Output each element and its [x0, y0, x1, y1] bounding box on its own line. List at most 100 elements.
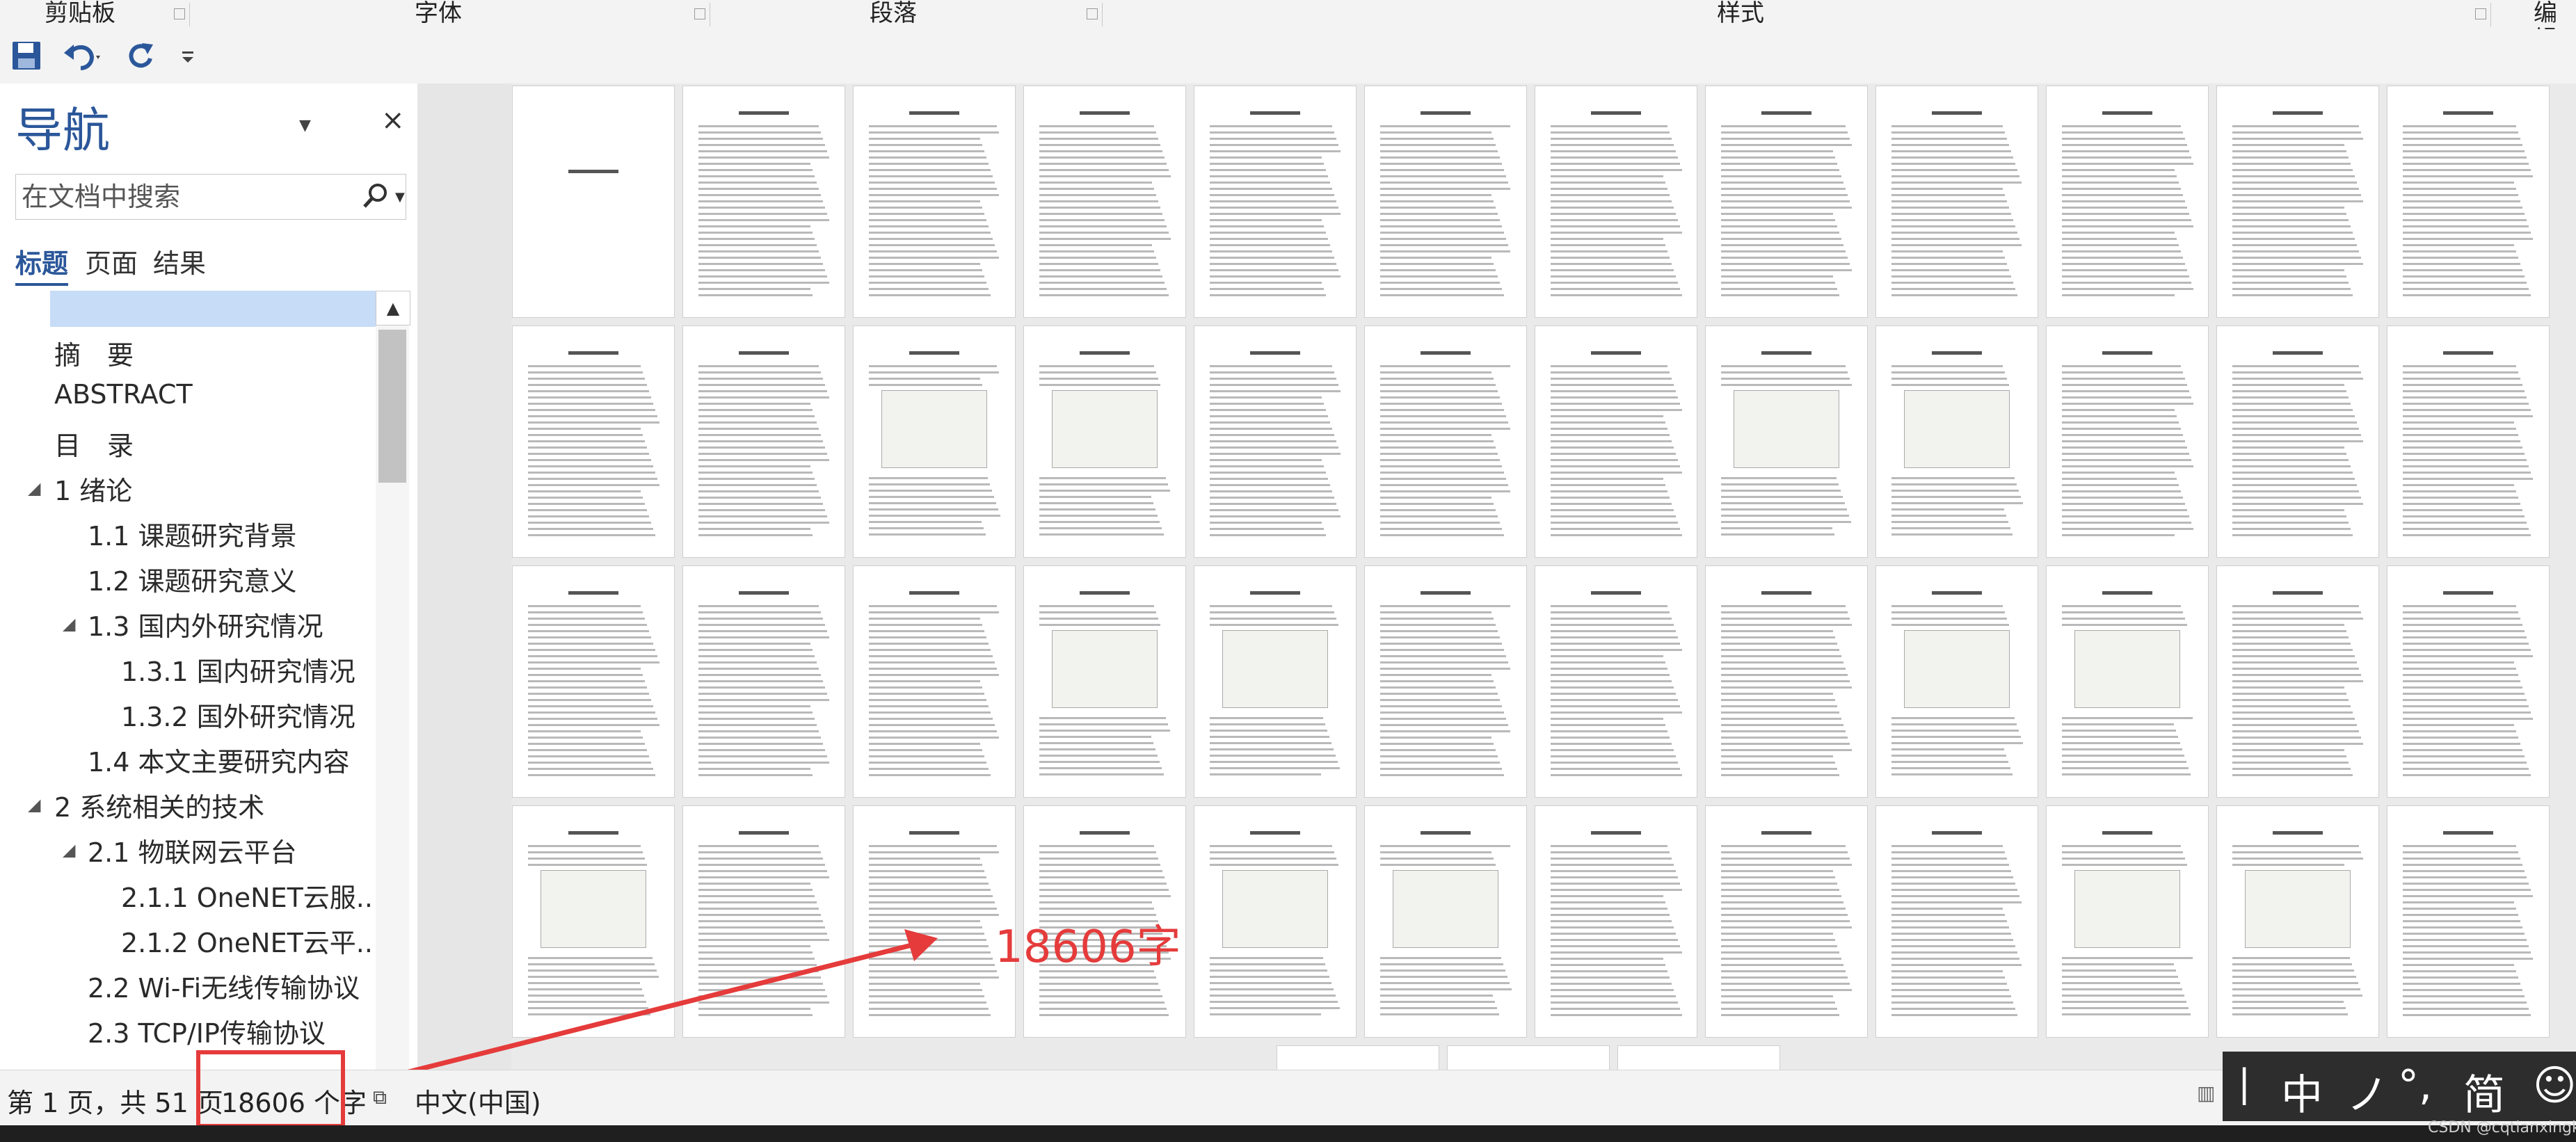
page-thumbnail[interactable]	[1277, 1046, 1439, 1070]
collapse-caret-icon[interactable]: ◢	[63, 614, 75, 634]
tree-item-1-2[interactable]: 1.2 课题研究意义	[88, 560, 297, 602]
tree-item-abstract-cn[interactable]: 摘 要	[54, 334, 134, 376]
page-thumbnail[interactable]	[513, 86, 674, 317]
scroll-thumb[interactable]	[378, 330, 406, 483]
nav-scrollbar[interactable]: ▲ ▼	[376, 291, 410, 1141]
save-icon[interactable]	[10, 36, 43, 75]
clipboard-launcher-icon[interactable]	[174, 8, 185, 19]
collapse-caret-icon[interactable]: ◢	[28, 478, 40, 498]
page-thumbnail[interactable]	[2387, 86, 2549, 317]
page-thumbnail[interactable]	[2217, 326, 2378, 557]
page-thumbnail[interactable]	[2047, 566, 2208, 797]
page-thumbnail[interactable]	[1706, 806, 1867, 1037]
page-thumbnail[interactable]	[1706, 326, 1867, 557]
ime-simplified-mode[interactable]: 简	[2463, 1061, 2505, 1122]
page-thumbnail[interactable]	[854, 326, 1015, 557]
ime-handle-icon[interactable]: |	[2238, 1061, 2250, 1105]
pane-splitter[interactable]	[417, 83, 511, 1070]
close-icon[interactable]: ×	[381, 104, 405, 136]
page-thumbnail[interactable]	[1876, 566, 2038, 797]
page-thumbnail[interactable]	[1024, 86, 1185, 317]
page-thumbnail[interactable]	[513, 326, 674, 557]
page-thumbnail[interactable]	[1535, 806, 1697, 1037]
tree-item-1-4[interactable]: 1.4 本文主要研究内容	[88, 741, 350, 782]
page-thumbnail[interactable]	[513, 566, 674, 797]
undo-icon[interactable]	[60, 36, 102, 75]
tree-item-ch1[interactable]: 1 绪论	[54, 469, 132, 511]
page-thumbnail[interactable]	[1618, 1046, 1779, 1070]
ime-half-width-icon[interactable]: ノ	[2346, 1061, 2388, 1122]
tab-headings[interactable]: 标题	[15, 242, 69, 286]
view-mode-icon[interactable]: ▥	[2197, 1081, 2215, 1104]
tree-item-2-1[interactable]: 2.1 物联网云平台	[88, 831, 297, 873]
page-thumbnail[interactable]	[1706, 566, 1867, 797]
page-thumbnail[interactable]	[1535, 326, 1697, 557]
ime-chinese-mode[interactable]: 中	[2281, 1061, 2323, 1122]
page-thumbnail[interactable]	[1024, 566, 1185, 797]
nav-search-box[interactable]: ▼	[15, 174, 406, 220]
page-thumbnail[interactable]	[2047, 806, 2208, 1037]
page-thumbnail[interactable]	[2047, 86, 2208, 317]
search-icon[interactable]	[361, 182, 390, 211]
page-thumbnail[interactable]	[854, 86, 1015, 317]
page-thumbnail[interactable]	[1876, 86, 2038, 317]
styles-launcher-icon[interactable]	[2475, 8, 2486, 19]
page-thumbnail[interactable]	[2217, 566, 2378, 797]
page-thumbnail[interactable]	[2047, 326, 2208, 557]
page-thumbnail[interactable]	[513, 806, 674, 1037]
page-thumbnail[interactable]	[1706, 86, 1867, 317]
page-thumbnail[interactable]	[1535, 86, 1697, 317]
font-launcher-icon[interactable]	[694, 8, 705, 19]
scroll-up-icon[interactable]: ▲	[376, 291, 410, 325]
selected-heading-highlight[interactable]	[50, 291, 376, 327]
search-input[interactable]	[20, 179, 350, 215]
tab-results[interactable]: 结果	[153, 242, 206, 280]
page-thumbnail[interactable]	[1365, 806, 1526, 1037]
page-thumbnail[interactable]	[1194, 326, 1356, 557]
redo-icon[interactable]	[124, 36, 157, 75]
tree-item-2-3[interactable]: 2.3 TCP/IP传输协议	[88, 1012, 326, 1054]
page-thumbnail[interactable]	[683, 326, 845, 557]
page-thumbnail[interactable]	[854, 806, 1015, 1037]
page-thumbnail[interactable]	[1194, 806, 1356, 1037]
page-thumbnail[interactable]	[2387, 326, 2549, 557]
page-thumbnail[interactable]	[1448, 1046, 1609, 1070]
page-thumbnail[interactable]	[1365, 566, 1526, 797]
ime-punctuation-icon[interactable]: °,	[2398, 1061, 2432, 1110]
tree-item-2-1-1[interactable]: 2.1.1 OneNET云服...	[121, 876, 376, 918]
page-indicator[interactable]: 第 1 页，共 51 页	[7, 1081, 223, 1120]
page-thumbnail[interactable]	[2217, 86, 2378, 317]
page-thumbnail[interactable]	[683, 806, 845, 1037]
tree-item-1-3-1[interactable]: 1.3.1 国内研究情况	[121, 650, 355, 692]
tree-item-1-3[interactable]: 1.3 国内外研究情况	[88, 605, 323, 647]
page-thumbnail[interactable]	[2387, 806, 2549, 1037]
tree-item-abstract-en[interactable]: ABSTRACT	[54, 379, 193, 421]
tree-item-toc[interactable]: 目 录	[54, 424, 134, 466]
page-thumbnail[interactable]	[1024, 326, 1185, 557]
tree-item-1-3-2[interactable]: 1.3.2 国外研究情况	[121, 695, 355, 737]
tree-item-2-1-2[interactable]: 2.1.2 OneNET云平...	[121, 922, 376, 963]
language-indicator[interactable]: 中文(中国)	[415, 1081, 541, 1120]
page-thumbnail[interactable]	[1365, 86, 1526, 317]
tab-pages[interactable]: 页面	[85, 242, 138, 280]
page-thumbnail[interactable]	[1876, 326, 2038, 557]
paragraph-launcher-icon[interactable]	[1087, 8, 1098, 19]
tree-item-ch2[interactable]: 2 系统相关的技术	[54, 786, 264, 828]
page-thumbnail[interactable]	[854, 566, 1015, 797]
page-thumbnail[interactable]	[1535, 566, 1697, 797]
nav-options-caret-icon[interactable]: ▼	[299, 117, 311, 134]
page-thumbnail[interactable]	[1365, 326, 1526, 557]
search-options-caret-icon[interactable]: ▼	[395, 190, 405, 204]
proofing-icon[interactable]: ⧉	[373, 1086, 387, 1109]
ime-emoji-icon[interactable]: ☺	[2533, 1061, 2576, 1110]
collapse-caret-icon[interactable]: ◢	[63, 840, 75, 860]
page-thumbnail[interactable]	[1194, 566, 1356, 797]
page-thumbnail[interactable]	[683, 566, 845, 797]
page-thumbnail[interactable]	[2387, 566, 2549, 797]
page-thumbnail[interactable]	[2217, 806, 2378, 1037]
page-thumbnail[interactable]	[1194, 86, 1356, 317]
page-thumbnail[interactable]	[683, 86, 845, 317]
customize-toolbar-icon[interactable]	[178, 36, 199, 75]
collapse-caret-icon[interactable]: ◢	[28, 795, 40, 814]
tree-item-2-2[interactable]: 2.2 Wi-Fi无线传输协议	[88, 967, 360, 1008]
